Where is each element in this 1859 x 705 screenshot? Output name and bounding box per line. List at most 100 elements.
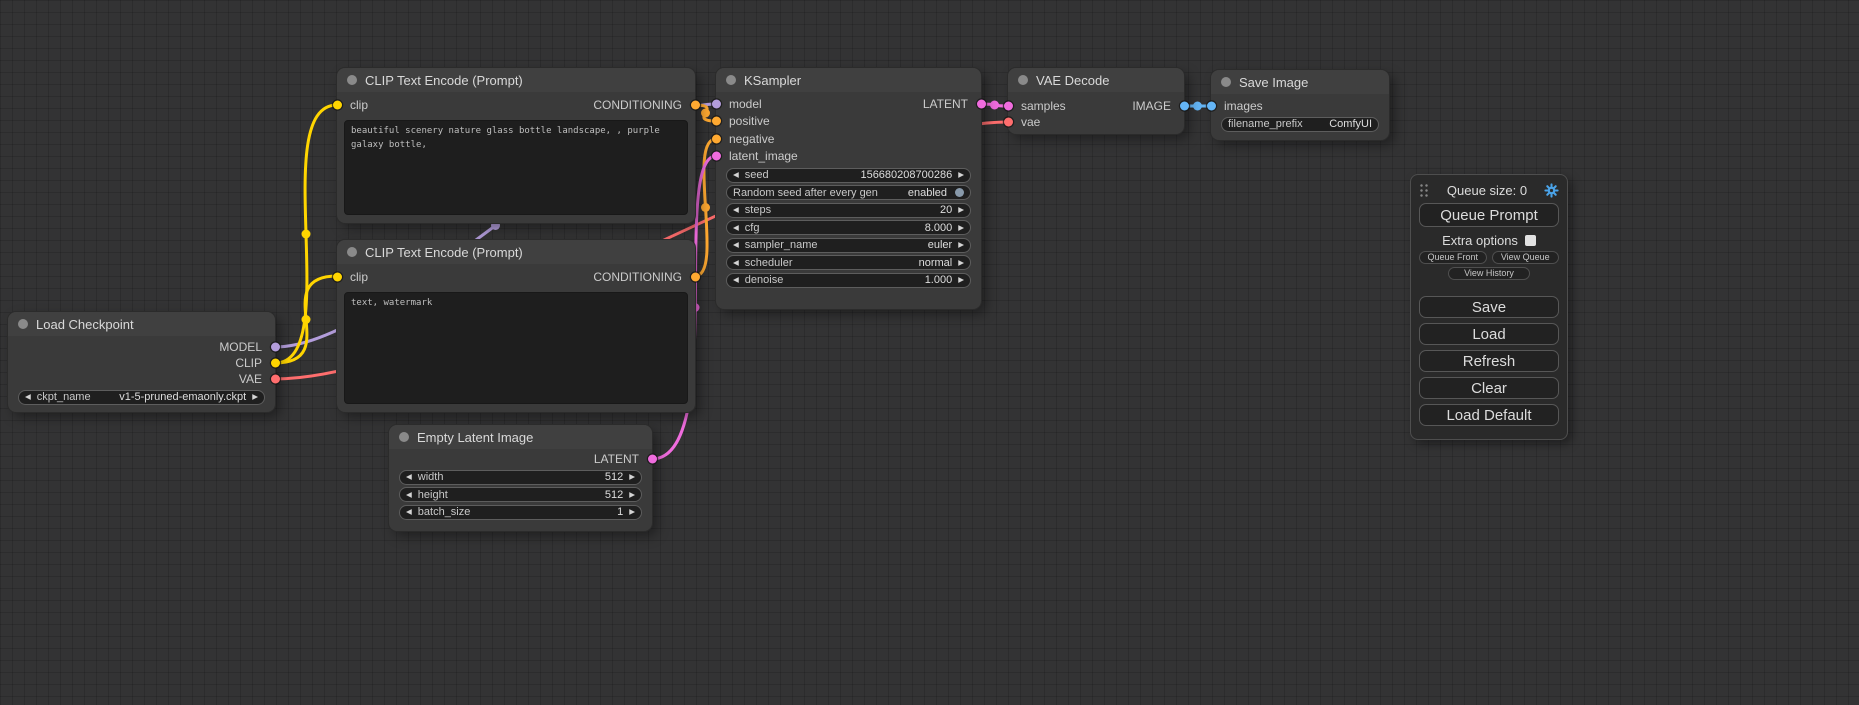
arrow-right-icon[interactable]: ▶ <box>958 276 964 284</box>
collapse-dot-icon[interactable] <box>1221 77 1231 87</box>
arrow-left-icon[interactable]: ◀ <box>733 241 739 249</box>
slot-row: clip CONDITIONING <box>337 264 695 290</box>
load-button[interactable]: Load <box>1419 323 1559 345</box>
node-load-checkpoint-titlebar[interactable]: Load Checkpoint <box>8 312 275 336</box>
queue-front-button[interactable]: Queue Front <box>1419 251 1487 264</box>
input-slot-latent-image[interactable] <box>712 152 721 161</box>
output-slot-latent[interactable] <box>648 455 657 464</box>
node-ksampler-titlebar[interactable]: KSampler <box>716 68 981 92</box>
drag-handle-icon[interactable] <box>1419 183 1430 198</box>
arrow-right-icon[interactable]: ▶ <box>958 224 964 232</box>
node-clip-text-encode-positive[interactable]: CLIP Text Encode (Prompt) clip CONDITION… <box>337 68 695 223</box>
collapse-dot-icon[interactable] <box>1018 75 1028 85</box>
extra-options-checkbox[interactable] <box>1525 235 1536 246</box>
node-save-image[interactable]: Save Image images filename_prefix ComfyU… <box>1211 70 1389 140</box>
arrow-right-icon[interactable]: ▶ <box>958 241 964 249</box>
input-slot-images[interactable] <box>1207 102 1216 111</box>
node-graph-canvas[interactable]: Load Checkpoint MODEL CLIP VAE ◀ ckpt_na… <box>0 0 1859 705</box>
output-slot-latent[interactable] <box>977 99 986 108</box>
output-slot-row-latent: LATENT <box>389 451 652 467</box>
slot-row-negative: negative <box>716 130 981 148</box>
view-queue-button[interactable]: View Queue <box>1492 251 1560 264</box>
collapse-dot-icon[interactable] <box>347 75 357 85</box>
arrow-right-icon[interactable]: ▶ <box>252 393 258 401</box>
save-button[interactable]: Save <box>1419 296 1559 318</box>
input-slot-positive[interactable] <box>712 117 721 126</box>
node-vae-decode[interactable]: VAE Decode samples IMAGE vae <box>1008 68 1184 134</box>
arrow-left-icon[interactable]: ◀ <box>733 206 739 214</box>
output-slot-image[interactable] <box>1180 102 1189 111</box>
node-vae-decode-titlebar[interactable]: VAE Decode <box>1008 68 1184 92</box>
collapse-dot-icon[interactable] <box>18 319 28 329</box>
arrow-left-icon[interactable]: ◀ <box>406 473 412 481</box>
clear-button[interactable]: Clear <box>1419 377 1559 399</box>
node-empty-latent-image[interactable]: Empty Latent Image LATENT ◀ width 512 ▶ … <box>389 425 652 531</box>
collapse-dot-icon[interactable] <box>399 432 409 442</box>
widget-height[interactable]: ◀ height 512 ▶ <box>399 487 642 502</box>
refresh-button[interactable]: Refresh <box>1419 350 1559 372</box>
node-title: Empty Latent Image <box>417 430 533 445</box>
load-default-button[interactable]: Load Default <box>1419 404 1559 426</box>
arrow-left-icon[interactable]: ◀ <box>733 259 739 267</box>
widget-denoise-value: 1.000 <box>925 274 953 286</box>
widget-ckpt-name[interactable]: ◀ ckpt_name v1-5-pruned-emaonly.ckpt ▶ <box>18 390 265 405</box>
node-empty-latent-titlebar[interactable]: Empty Latent Image <box>389 425 652 449</box>
input-slot-clip[interactable] <box>333 273 342 282</box>
node-ksampler[interactable]: KSampler model LATENT positive negative … <box>716 68 981 309</box>
arrow-left-icon[interactable]: ◀ <box>733 276 739 284</box>
arrow-right-icon[interactable]: ▶ <box>958 171 964 179</box>
node-clip-negative-titlebar[interactable]: CLIP Text Encode (Prompt) <box>337 240 695 264</box>
node-clip-positive-titlebar[interactable]: CLIP Text Encode (Prompt) <box>337 68 695 92</box>
output-label-latent: LATENT <box>594 452 639 466</box>
collapse-dot-icon[interactable] <box>347 247 357 257</box>
widget-seed-value: 156680208700286 <box>860 169 952 181</box>
widget-width[interactable]: ◀ width 512 ▶ <box>399 470 642 485</box>
output-slot-model[interactable] <box>271 343 280 352</box>
output-slot-vae[interactable] <box>271 375 280 384</box>
settings-gear-icon[interactable] <box>1544 183 1559 198</box>
node-save-image-titlebar[interactable]: Save Image <box>1211 70 1389 94</box>
arrow-left-icon[interactable]: ◀ <box>733 224 739 232</box>
widget-seed-label: seed <box>745 169 769 181</box>
gear-hole <box>1550 188 1553 191</box>
view-history-button[interactable]: View History <box>1448 267 1529 280</box>
input-slot-vae[interactable] <box>1004 118 1013 127</box>
output-slot-conditioning[interactable] <box>691 101 700 110</box>
slot-row-positive: positive <box>716 113 981 131</box>
widget-seed[interactable]: ◀ seed 156680208700286 ▶ <box>726 168 971 183</box>
input-slot-negative[interactable] <box>712 134 721 143</box>
arrow-left-icon[interactable]: ◀ <box>406 491 412 499</box>
slot-row-latent-image: latent_image <box>716 148 981 166</box>
output-slot-conditioning[interactable] <box>691 273 700 282</box>
arrow-right-icon[interactable]: ▶ <box>629 473 635 481</box>
toggle-on-icon[interactable] <box>955 188 964 197</box>
widget-batch-size[interactable]: ◀ batch_size 1 ▶ <box>399 505 642 520</box>
output-slot-clip[interactable] <box>271 359 280 368</box>
node-title: CLIP Text Encode (Prompt) <box>365 245 523 260</box>
node-load-checkpoint[interactable]: Load Checkpoint MODEL CLIP VAE ◀ ckpt_na… <box>8 312 275 412</box>
widget-sampler-name[interactable]: ◀ sampler_name euler ▶ <box>726 238 971 253</box>
widget-filename-prefix[interactable]: filename_prefix ComfyUI <box>1221 117 1379 132</box>
widget-denoise[interactable]: ◀ denoise 1.000 ▶ <box>726 273 971 288</box>
input-slot-model[interactable] <box>712 99 721 108</box>
widget-random-seed-toggle[interactable]: Random seed after every gen enabled <box>726 185 971 200</box>
output-slot-row-model: MODEL <box>8 339 275 355</box>
comfy-menu[interactable]: Queue size: 0 Queue Prompt Extra options <box>1410 174 1568 440</box>
arrow-right-icon[interactable]: ▶ <box>958 259 964 267</box>
input-slot-clip[interactable] <box>333 101 342 110</box>
arrow-left-icon[interactable]: ◀ <box>406 508 412 516</box>
positive-prompt-textarea[interactable]: beautiful scenery nature glass bottle la… <box>344 120 688 215</box>
widget-steps[interactable]: ◀ steps 20 ▶ <box>726 203 971 218</box>
arrow-left-icon[interactable]: ◀ <box>733 171 739 179</box>
widget-scheduler[interactable]: ◀ scheduler normal ▶ <box>726 255 971 270</box>
arrow-right-icon[interactable]: ▶ <box>629 508 635 516</box>
arrow-right-icon[interactable]: ▶ <box>958 206 964 214</box>
collapse-dot-icon[interactable] <box>726 75 736 85</box>
queue-prompt-button[interactable]: Queue Prompt <box>1419 203 1559 227</box>
arrow-right-icon[interactable]: ▶ <box>629 491 635 499</box>
input-slot-samples[interactable] <box>1004 102 1013 111</box>
node-clip-text-encode-negative[interactable]: CLIP Text Encode (Prompt) clip CONDITION… <box>337 240 695 412</box>
widget-cfg[interactable]: ◀ cfg 8.000 ▶ <box>726 220 971 235</box>
arrow-left-icon[interactable]: ◀ <box>25 393 31 401</box>
negative-prompt-textarea[interactable]: text, watermark <box>344 292 688 404</box>
